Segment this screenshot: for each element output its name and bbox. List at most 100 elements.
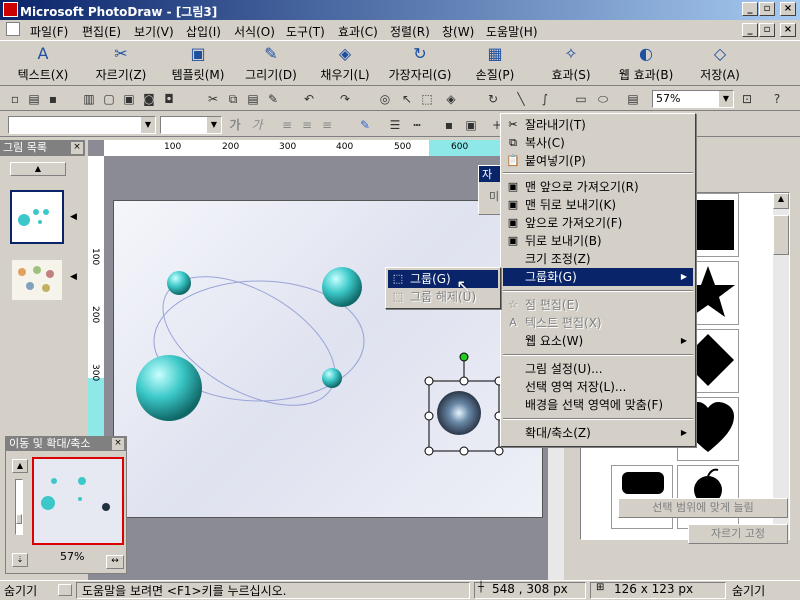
line-style-icon[interactable]: ┅: [408, 116, 426, 134]
paste-icon[interactable]: ▤: [244, 90, 262, 108]
fill-color-icon[interactable]: ◈: [442, 90, 460, 108]
help-icon[interactable]: ?: [768, 90, 786, 108]
context-menu-item-fit-background[interactable]: 배경을 선택 영역에 맞춤(F): [503, 396, 693, 414]
document-icon[interactable]: [6, 22, 20, 36]
small-sphere[interactable]: [167, 271, 191, 295]
resize-handle[interactable]: [459, 376, 469, 386]
rotation-handle[interactable]: [459, 352, 469, 362]
close-icon[interactable]: ×: [112, 438, 124, 450]
curve-icon[interactable]: ∫: [536, 90, 554, 108]
menu-format[interactable]: 서식(O): [234, 23, 275, 40]
rectangle-icon[interactable]: ▭: [572, 90, 590, 108]
italic-button[interactable]: 가: [248, 116, 266, 134]
line-icon[interactable]: ╲: [512, 90, 530, 108]
zoom-in-button[interactable]: ▲: [12, 459, 28, 473]
medium-sphere[interactable]: [322, 267, 362, 307]
large-sphere[interactable]: [136, 355, 202, 421]
save-icon[interactable]: ▪: [44, 90, 62, 108]
maximize-button[interactable]: ▫: [759, 2, 775, 16]
context-menu-item-zoom[interactable]: 확대/축소(Z) ▶: [503, 424, 693, 442]
menu-edit[interactable]: 편집(E): [82, 23, 121, 40]
doc-restore-button[interactable]: ▫: [759, 23, 775, 37]
context-menu-item-group[interactable]: 그룹화(G) ▶: [503, 268, 693, 286]
zoom-fit-icon[interactable]: ⊡: [738, 90, 756, 108]
resize-handle[interactable]: [459, 446, 469, 456]
pointer-icon[interactable]: ↖: [398, 90, 416, 108]
panel-toggle-icon[interactable]: [58, 584, 72, 596]
context-menu-item-bring-forward[interactable]: ▣ 앞으로 가져오기(F): [503, 214, 693, 232]
gallery-scrollbar[interactable]: ▲: [773, 193, 789, 539]
shape-rounded[interactable]: [611, 465, 673, 529]
cut-icon[interactable]: ✂: [204, 90, 222, 108]
edge-button[interactable]: ↻ 가장자리(G): [384, 44, 456, 83]
hide-right-button[interactable]: 숨기기: [732, 582, 765, 599]
chevron-down-icon[interactable]: ▼: [141, 117, 155, 133]
rotate-icon[interactable]: ↻: [484, 90, 502, 108]
context-menu-item-cut[interactable]: ✂ 잘라내기(T): [503, 116, 693, 134]
pan-preview[interactable]: [32, 457, 124, 545]
resize-handle[interactable]: [424, 446, 434, 456]
align-left-icon[interactable]: ≡: [278, 116, 296, 134]
effects-button[interactable]: ✧ 효과(S): [538, 44, 604, 83]
menu-window[interactable]: 창(W): [442, 23, 474, 40]
zoom-out-button[interactable]: ⇣: [12, 553, 28, 567]
context-menu-item-picture-setup[interactable]: 그림 설정(U)...: [503, 360, 693, 378]
fit-to-selection-button[interactable]: 선택 범위에 맞게 늘림: [618, 498, 788, 518]
fill-button[interactable]: ◈ 채우기(L): [312, 44, 378, 83]
scroll-up-button[interactable]: ▲: [10, 162, 66, 176]
menu-view[interactable]: 보기(V): [134, 23, 174, 40]
close-icon[interactable]: ×: [71, 142, 83, 154]
save-button[interactable]: ◇ 저장(A): [690, 44, 750, 83]
crop-button[interactable]: ✂ 자르기(Z): [88, 44, 154, 83]
close-button[interactable]: ×: [780, 2, 796, 16]
new-icon[interactable]: ▫: [6, 90, 24, 108]
chevron-down-icon[interactable]: ▼: [719, 91, 733, 107]
scroll-up-button[interactable]: ▲: [773, 193, 789, 209]
picture-thumbnail-current[interactable]: [10, 190, 64, 244]
hyperlink-icon[interactable]: ◎: [376, 90, 394, 108]
doc-minimize-button[interactable]: _: [742, 23, 758, 37]
format-painter-icon[interactable]: ✎: [264, 90, 282, 108]
context-menu-item-send-to-back[interactable]: ▣ 맨 뒤로 보내기(K): [503, 196, 693, 214]
app-icon[interactable]: [3, 2, 18, 17]
context-menu-item-save-selection[interactable]: 선택 영역 저장(L)...: [503, 378, 693, 396]
menu-effects[interactable]: 효과(C): [338, 23, 378, 40]
context-menu-item-send-backward[interactable]: ▣ 뒤로 보내기(B): [503, 232, 693, 250]
font-name-combo[interactable]: ▼: [8, 116, 156, 134]
zoom-slider[interactable]: [15, 479, 23, 535]
context-menu-item-copy[interactable]: ⧉ 복사(C): [503, 134, 693, 152]
digital-camera-icon[interactable]: ◘: [160, 90, 178, 108]
shape-apple[interactable]: [677, 465, 739, 529]
picture-canvas[interactable]: [113, 200, 543, 518]
pen-color-icon[interactable]: ✎: [356, 116, 374, 134]
text-box-icon[interactable]: ▤: [624, 90, 642, 108]
shadow-icon[interactable]: ▪: [440, 116, 458, 134]
draw-button[interactable]: ✎ 그리기(D): [238, 44, 304, 83]
small-sphere[interactable]: [322, 368, 342, 388]
menu-file[interactable]: 파일(F): [30, 23, 68, 40]
template-button[interactable]: ▣ 템플릿(M): [162, 44, 234, 83]
ellipse-icon[interactable]: ⬭: [594, 90, 612, 108]
picture-thumbnail[interactable]: [12, 260, 62, 300]
bold-button[interactable]: 가: [226, 116, 244, 134]
touchup-button[interactable]: ▦ 손질(P): [464, 44, 526, 83]
menu-tools[interactable]: 도구(T): [286, 23, 325, 40]
selection-icon[interactable]: ⬚: [418, 90, 436, 108]
context-menu-item-resize[interactable]: 크기 조정(Z): [503, 250, 693, 268]
align-center-icon[interactable]: ≡: [298, 116, 316, 134]
lock-crop-button[interactable]: 자르기 고정: [688, 524, 788, 544]
scan-icon[interactable]: ▣: [120, 90, 138, 108]
menu-arrange[interactable]: 정렬(R): [390, 23, 430, 40]
scroll-thumb[interactable]: [773, 215, 789, 255]
menu-insert[interactable]: 삽입(I): [186, 23, 221, 40]
open-icon[interactable]: ▤: [25, 90, 43, 108]
resize-handle[interactable]: [424, 411, 434, 421]
align-right-icon[interactable]: ≡: [318, 116, 336, 134]
zoom-slider-thumb[interactable]: [16, 514, 22, 524]
line-weight-icon[interactable]: ☰: [386, 116, 404, 134]
redo-icon[interactable]: ↷: [336, 90, 354, 108]
doc-close-button[interactable]: ×: [780, 23, 796, 37]
print-preview-icon[interactable]: ▢: [100, 90, 118, 108]
fit-view-icon[interactable]: ↔: [106, 555, 124, 569]
camera-icon[interactable]: ◙: [140, 90, 158, 108]
